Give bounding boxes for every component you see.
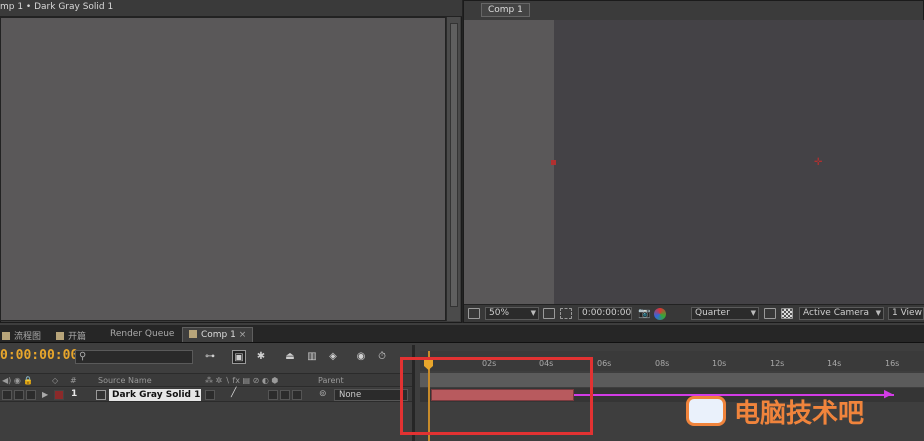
column-num: # bbox=[70, 376, 77, 385]
camera-value: Active Camera bbox=[803, 308, 870, 318]
layer-viewer bbox=[0, 17, 446, 321]
ruler-tick: 14s bbox=[827, 359, 842, 368]
shy-icon[interactable]: ✱ bbox=[254, 350, 268, 364]
scroll-thumb[interactable] bbox=[450, 23, 458, 307]
search-icon: ⚲ bbox=[79, 351, 87, 362]
layer-name[interactable]: Dark Gray Solid 1 bbox=[109, 389, 201, 401]
tab-label: 流程图 bbox=[14, 332, 42, 342]
lock-toggle[interactable] bbox=[26, 390, 36, 400]
close-icon[interactable]: × bbox=[239, 330, 247, 340]
mask-icon[interactable] bbox=[560, 308, 572, 319]
region-icon[interactable] bbox=[764, 308, 776, 319]
quality-icon[interactable]: ╱ bbox=[231, 388, 236, 398]
column-source-name: Source Name bbox=[98, 376, 152, 385]
label-icon: ◇ bbox=[52, 376, 59, 385]
tab-comp-1[interactable]: Comp 1 × bbox=[182, 327, 254, 342]
views-value: 1 View bbox=[892, 308, 922, 318]
ruler-tick: 06s bbox=[597, 359, 612, 368]
draft-3d-icon[interactable]: ▣ bbox=[232, 350, 246, 364]
source-swatch bbox=[96, 390, 106, 400]
column-parent: Parent bbox=[318, 376, 344, 385]
current-time[interactable]: 0:00:00:00 bbox=[0, 348, 78, 366]
arrowhead-icon: ▶ bbox=[884, 387, 893, 400]
tab-label: 开篇 bbox=[68, 332, 87, 342]
camera-icon[interactable]: 📷 bbox=[638, 308, 650, 319]
comp-icon bbox=[56, 332, 64, 340]
expand-icon[interactable]: ▶ bbox=[42, 390, 48, 399]
zoom-dropdown[interactable]: 50% bbox=[485, 307, 539, 320]
ruler-tick: 10s bbox=[712, 359, 727, 368]
ruler-tick: 12s bbox=[770, 359, 785, 368]
zoom-value: 50% bbox=[489, 308, 510, 318]
pasteboard bbox=[464, 20, 554, 304]
tab-flowchart[interactable]: 流程图 bbox=[0, 327, 47, 342]
video-toggle[interactable] bbox=[2, 390, 12, 400]
composition-canvas[interactable]: ✛ bbox=[551, 20, 924, 304]
layer-panel-title: mp 1 • Dark Gray Solid 1 bbox=[0, 0, 462, 17]
motion-blur-icon[interactable]: ▥ bbox=[305, 350, 319, 364]
comp-tab[interactable]: Comp 1 bbox=[481, 3, 530, 17]
timecode-field[interactable]: 0:00:00:00 bbox=[578, 307, 632, 320]
views-dropdown[interactable]: 1 View bbox=[888, 307, 924, 320]
switch-fx[interactable] bbox=[268, 390, 278, 400]
switch-blend[interactable] bbox=[280, 390, 290, 400]
column-header: ◀) ◉ 🔒 ◇ # Source Name ⁂ ✲ ∖ fx ▤ ⊘ ◐ ⬢ … bbox=[0, 373, 412, 387]
flowchart-icon bbox=[2, 332, 10, 340]
resolution-dropdown[interactable]: Quarter bbox=[691, 307, 759, 320]
ruler-tick: 08s bbox=[655, 359, 670, 368]
layer-number: 1 bbox=[71, 389, 78, 399]
timeline-tabbar: 流程图 开篇 Render Queue Comp 1 × bbox=[0, 325, 924, 343]
switch-shy[interactable] bbox=[205, 390, 215, 400]
channels-icon[interactable] bbox=[654, 308, 666, 320]
comp-icon bbox=[189, 330, 197, 338]
pickwhip-icon[interactable]: ⊚ bbox=[319, 389, 327, 399]
composition-mini-flowchart-icon[interactable]: ⊶ bbox=[203, 350, 217, 364]
tab-label: Comp 1 bbox=[201, 330, 236, 340]
ruler-tick: 16s bbox=[885, 359, 900, 368]
graph-editor-icon[interactable]: ◉ bbox=[354, 350, 368, 364]
crosshair-icon: ✛ bbox=[814, 157, 823, 168]
brainstorm-icon[interactable]: ◈ bbox=[326, 350, 340, 364]
resolution-value: Quarter bbox=[695, 308, 730, 318]
parent-dropdown[interactable]: None bbox=[334, 389, 408, 401]
timecode-value: 0:00:00:00 bbox=[582, 308, 632, 318]
watermark-text: 电脑技术吧 bbox=[682, 393, 864, 429]
tab-render-queue[interactable]: Render Queue bbox=[104, 327, 180, 342]
switches-icon: ⁂ ✲ ∖ fx ▤ ⊘ ◐ ⬢ bbox=[205, 376, 279, 385]
frame-blending-icon[interactable]: ⏏ bbox=[283, 350, 297, 364]
tab-label: Render Queue bbox=[110, 329, 175, 339]
comp-toolbar: 50% 0:00:00:00 📷 Quarter Active Camera 1… bbox=[464, 304, 924, 322]
stopwatch-icon[interactable]: ⏱ bbox=[375, 350, 389, 364]
layer-scrollbar[interactable] bbox=[446, 17, 460, 321]
grid-icon[interactable] bbox=[543, 308, 555, 319]
monitor-icon[interactable] bbox=[468, 308, 480, 319]
solo-toggle[interactable] bbox=[14, 390, 24, 400]
anchor-point-icon bbox=[551, 160, 556, 165]
tab-opening[interactable]: 开篇 bbox=[50, 327, 92, 342]
search-input[interactable]: ⚲ bbox=[75, 350, 193, 364]
highlight-box bbox=[400, 357, 593, 435]
watermark-label: 电脑技术吧 bbox=[734, 399, 865, 429]
audio-video-icon: ◀) ◉ 🔒 bbox=[2, 376, 34, 385]
transparency-icon[interactable] bbox=[781, 308, 793, 319]
switch-3d[interactable] bbox=[292, 390, 302, 400]
label-color[interactable] bbox=[54, 390, 64, 400]
camera-dropdown[interactable]: Active Camera bbox=[799, 307, 884, 320]
